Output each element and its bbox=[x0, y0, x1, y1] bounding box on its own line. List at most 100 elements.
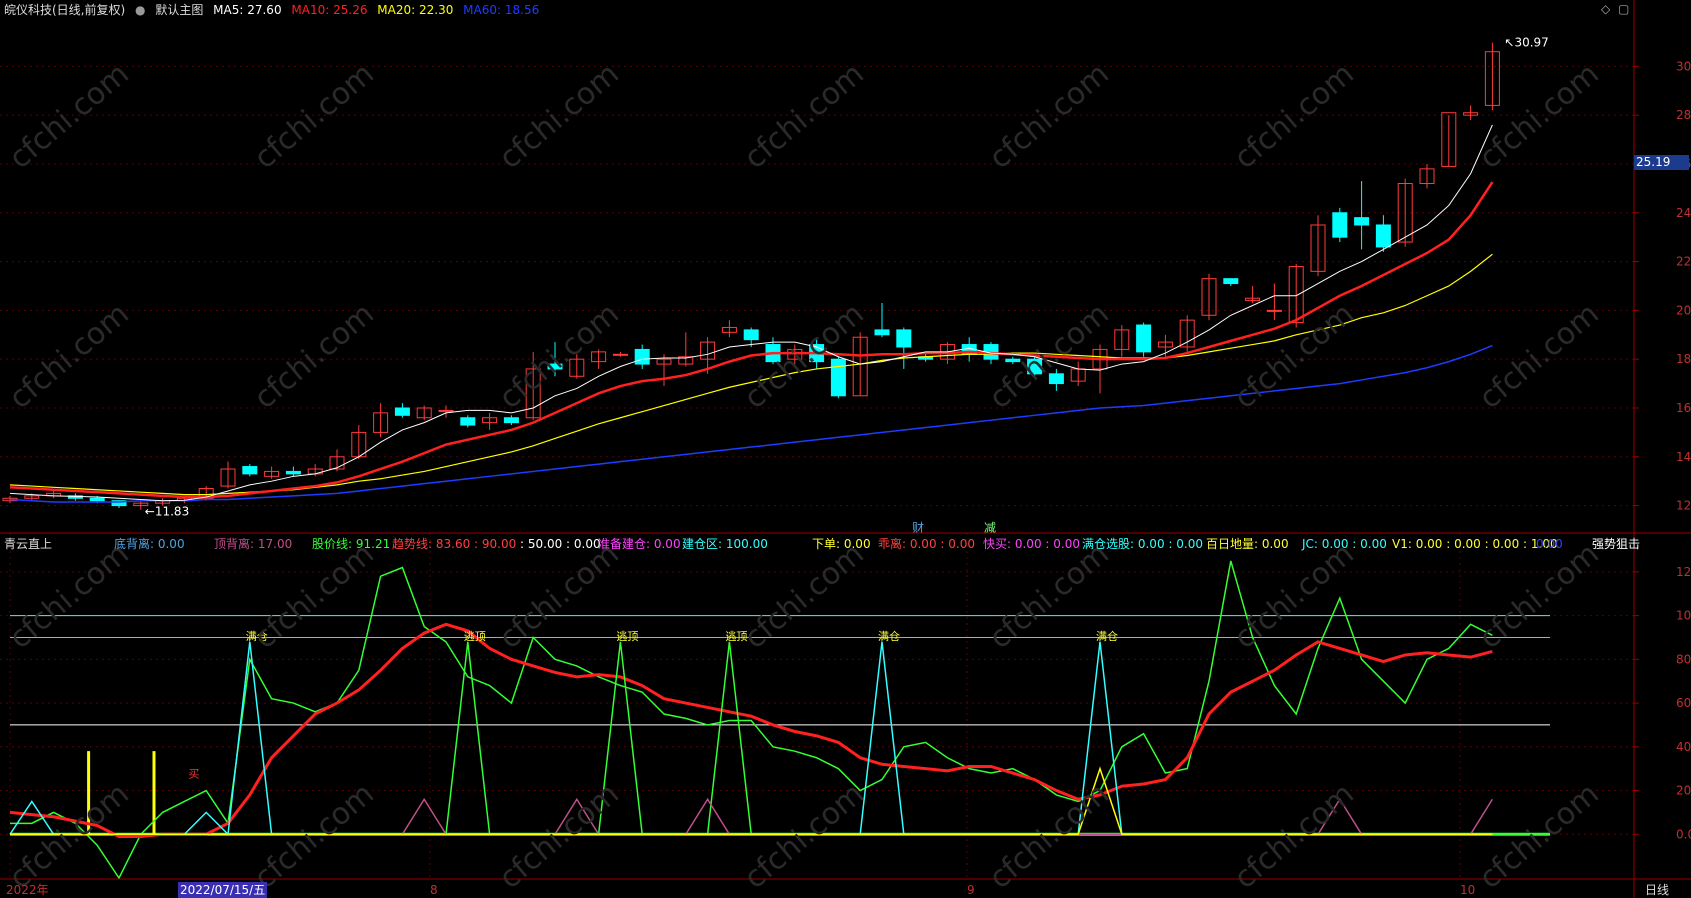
main-header: 皖仪科技(日线,前复权) ● 默认主图 MA5: 27.60 MA10: 25.… bbox=[4, 2, 545, 18]
spike-label: 逃顶 bbox=[616, 630, 638, 643]
candle-body bbox=[1375, 224, 1391, 248]
spike-label: 逃顶 bbox=[464, 630, 486, 643]
x-label-sep: 9 bbox=[967, 883, 975, 897]
sub-header-item: 底背离: 0.00 bbox=[114, 537, 185, 551]
sub-header-item: 股价线: 91.21 bbox=[312, 537, 391, 551]
template-label[interactable]: 默认主图 bbox=[155, 3, 203, 17]
sub-tick-label: 80.00 bbox=[1676, 652, 1691, 666]
watermark: cfchi.com bbox=[3, 536, 136, 656]
indicator-name[interactable]: 青云直上 bbox=[4, 537, 52, 551]
x-label-aug: 8 bbox=[430, 883, 438, 897]
candle-body bbox=[634, 348, 650, 365]
sub-header-item: 乖离: 0.00 : 0.00 bbox=[878, 537, 975, 551]
watermark: cfchi.com bbox=[248, 56, 381, 176]
candle-body bbox=[89, 497, 105, 502]
sub-tick-label: 60.00 bbox=[1676, 696, 1691, 710]
watermark: cfchi.com bbox=[248, 536, 381, 656]
ma10-readout: MA10: 25.26 bbox=[291, 3, 368, 17]
candle-body bbox=[438, 409, 454, 412]
candle-body bbox=[1223, 278, 1239, 285]
candle-body bbox=[1354, 217, 1370, 226]
sub-header-item: 顶背离: 17.00 bbox=[214, 537, 293, 551]
sub-tick-label: 20.00 bbox=[1676, 784, 1691, 798]
ma5-line bbox=[9, 124, 1493, 502]
sub-tick-label: 40.00 bbox=[1676, 740, 1691, 754]
watermark: cfchi.com bbox=[983, 56, 1116, 176]
watermark: cfchi.com bbox=[1228, 536, 1361, 656]
watermark: cfchi.com bbox=[248, 296, 381, 416]
candle-body bbox=[460, 417, 476, 426]
watermark: cfchi.com bbox=[1473, 536, 1606, 656]
ma20-readout: MA20: 22.30 bbox=[377, 3, 454, 17]
main-tick-label: 16.00 bbox=[1676, 401, 1691, 415]
sub-header-item: 满仓选股: 0.00 : 0.00 bbox=[1082, 537, 1203, 551]
sub-header-item: 下单: 0.00 bbox=[812, 537, 871, 551]
candle-body bbox=[503, 417, 519, 424]
series-满仓 bbox=[9, 641, 1493, 836]
watermark: cfchi.com bbox=[493, 56, 626, 176]
main-tick-label: 14.00 bbox=[1676, 450, 1691, 464]
candle-body bbox=[743, 329, 759, 341]
low-price-label: ←11.83 bbox=[145, 505, 189, 519]
sub-tick-label: 0.00 bbox=[1676, 827, 1691, 841]
main-tick-label: 12.00 bbox=[1676, 499, 1691, 513]
watermark: cfchi.com bbox=[1228, 776, 1361, 896]
sub-header-item: 快买: 0.00 : 0.00 bbox=[983, 537, 1080, 551]
main-tick-label: 30.00 bbox=[1676, 59, 1691, 73]
watermark: cfchi.com bbox=[1228, 56, 1361, 176]
main-tick-label: 20.00 bbox=[1676, 303, 1691, 317]
buy-label: 买 bbox=[188, 767, 199, 780]
candle-body bbox=[1266, 309, 1282, 312]
spike-label: 满仓 bbox=[1096, 629, 1118, 643]
main-tick-label: 22.00 bbox=[1676, 255, 1691, 269]
series-逃顶 bbox=[10, 641, 1493, 836]
watermark: cfchi.com bbox=[3, 296, 136, 416]
candle-body bbox=[394, 407, 410, 416]
watermark: cfchi.com bbox=[3, 56, 136, 176]
window-icon[interactable]: ▢ bbox=[1618, 2, 1629, 16]
candle-body bbox=[874, 329, 890, 336]
sub-header-name: 青云直上 bbox=[4, 536, 58, 552]
watermark: cfchi.com bbox=[983, 776, 1116, 896]
candle-body bbox=[612, 353, 628, 356]
sub-header-item: 趋势线: 83.60 : 90.00 bbox=[392, 537, 517, 551]
ma5-readout: MA5: 27.60 bbox=[213, 3, 282, 17]
stock-title[interactable]: 皖仪科技(日线,前复权) bbox=[4, 3, 125, 17]
candle-body bbox=[896, 329, 912, 348]
watermark: cfchi.com bbox=[1228, 296, 1361, 416]
watermark: cfchi.com bbox=[738, 56, 871, 176]
ma60-readout: MA60: 18.56 bbox=[463, 3, 540, 17]
sub-tick-label: 100.00 bbox=[1676, 609, 1691, 623]
x-label-date: 2022/07/15/五 bbox=[178, 882, 268, 898]
watermark-layer: cfchi.com cfchi.com cfchi.com cfchi.com cfch… bbox=[3, 56, 1606, 896]
spike-label: 满仓 bbox=[878, 629, 900, 643]
sub-header-item: 0.00 bbox=[1536, 537, 1563, 551]
axes-layer: 12.0014.0016.0018.0020.0022.0024.0026.00… bbox=[0, 0, 1691, 898]
main-tick-label: 18.00 bbox=[1676, 352, 1691, 366]
sub-header-item: 准备建仓: 0.00 bbox=[598, 537, 681, 551]
watermark: cfchi.com bbox=[738, 536, 871, 656]
candle-body bbox=[242, 466, 258, 475]
sub-header-item: JC: 0.00 : 0.00 bbox=[1302, 537, 1387, 551]
main-tick-label: 28.00 bbox=[1676, 108, 1691, 122]
watermark: cfchi.com bbox=[738, 296, 871, 416]
watermark: cfchi.com bbox=[1473, 296, 1606, 416]
sub-header-item: V1: 0.00 : 0.00 : 0.00 : 1.00 bbox=[1392, 537, 1558, 551]
series-趋势线 bbox=[9, 622, 1493, 838]
sub-header-item: 建仓区: 100.00 bbox=[682, 537, 768, 551]
watermark: cfchi.com bbox=[1473, 776, 1606, 896]
watermark: cfchi.com bbox=[493, 536, 626, 656]
chart-canvas: ↖30.97←11.83财减 满仓满仓满仓逃顶逃顶逃顶买 12.0014.001… bbox=[0, 0, 1691, 898]
period-label[interactable]: 日线 bbox=[1645, 882, 1669, 898]
expand-icon[interactable]: ◇ bbox=[1601, 2, 1610, 16]
high-price-label: ↖30.97 bbox=[1504, 36, 1548, 50]
x-label-oct: 10 bbox=[1460, 883, 1476, 897]
x-label-year: 2022年 bbox=[6, 883, 49, 897]
sub-header-item: 百日地量: 0.00 bbox=[1206, 537, 1289, 551]
candle-body bbox=[1136, 324, 1152, 353]
candle-body bbox=[1332, 212, 1348, 238]
sub-header-item: 强势狙击 bbox=[1592, 537, 1641, 551]
main-tick-label: 24.00 bbox=[1676, 206, 1691, 220]
candle-body bbox=[830, 358, 846, 397]
dropdown-icon[interactable]: ● bbox=[135, 3, 145, 17]
